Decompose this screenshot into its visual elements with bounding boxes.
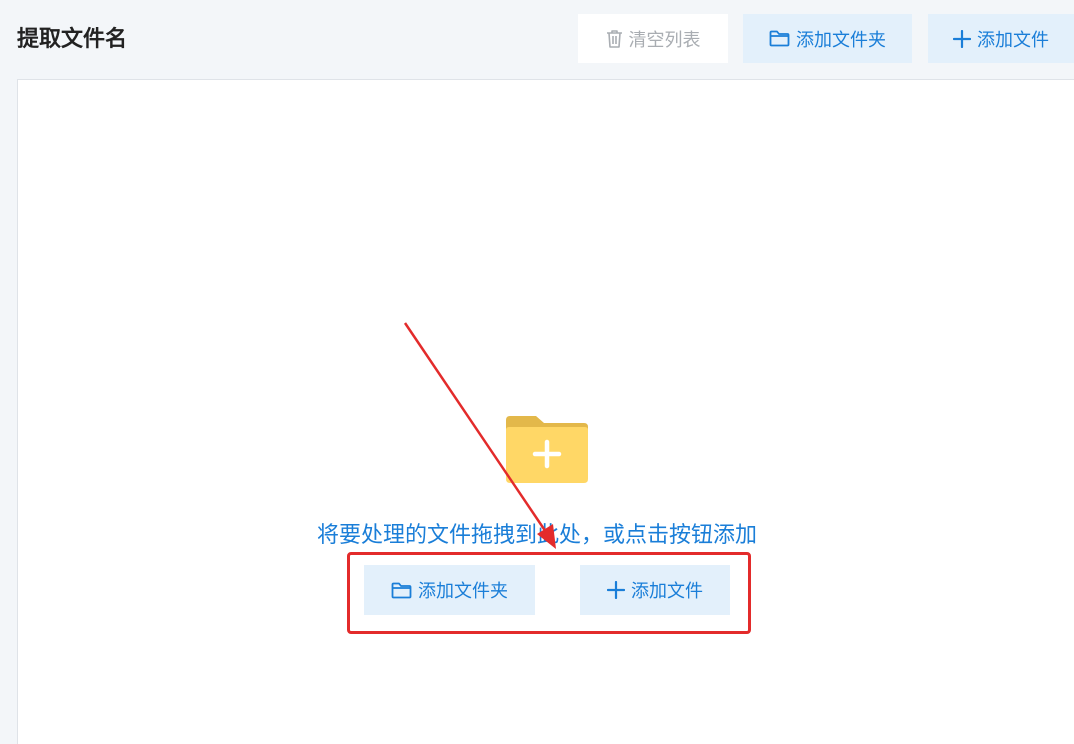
trash-icon: [606, 29, 623, 48]
annotation-highlight-box: [347, 552, 751, 634]
add-folder-label: 添加文件夹: [796, 29, 886, 51]
folder-icon: [769, 30, 790, 47]
folder-plus-icon: [506, 416, 588, 483]
header: 提取文件名 清空列表 添加文件夹 添加文件: [0, 0, 1074, 78]
drop-hint-text: 将要处理的文件拖拽到此处，或点击按钮添加: [316, 523, 757, 548]
plus-icon: [953, 29, 971, 48]
add-file-label: 添加文件: [977, 29, 1049, 51]
file-drop-zone[interactable]: [17, 79, 1074, 744]
add-folder-button[interactable]: 添加文件夹: [743, 14, 912, 63]
add-file-button[interactable]: 添加文件: [928, 14, 1074, 63]
page-title: 提取文件名: [17, 27, 128, 52]
clear-list-label: 清空列表: [628, 29, 701, 51]
clear-list-button[interactable]: 清空列表: [578, 14, 728, 63]
